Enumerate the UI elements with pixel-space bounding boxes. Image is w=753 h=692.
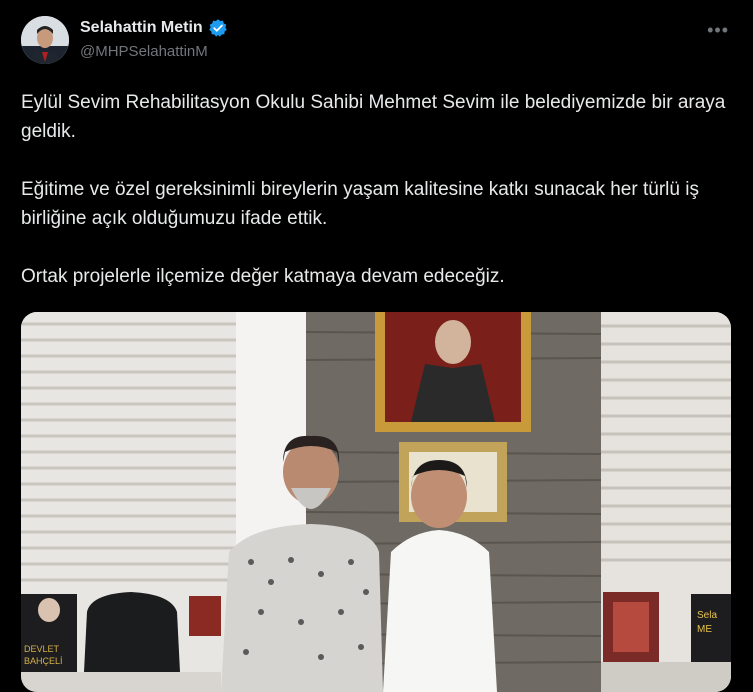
book-cover-line-2: BAHÇELİ (24, 656, 63, 666)
name-row: Selahattin Metin (80, 18, 228, 38)
tweet-photo[interactable]: DEVLET BAHÇELİ Sela ME (21, 312, 731, 692)
tweet-header: Selahattin Metin @MHPSelahattinM (80, 18, 228, 60)
tweet: Selahattin Metin @MHPSelahattinM ••• Eyl… (0, 0, 753, 692)
shelf-sign-line-1: Sela (697, 610, 717, 621)
avatar-photo (21, 16, 69, 64)
tweet-paragraph-2: Eğitime ve özel gereksinimli bireylerin … (21, 179, 699, 229)
tweet-text: Eylül Sevim Rehabilitasyon Okulu Sahibi … (21, 88, 736, 291)
author-handle[interactable]: @MHPSelahattinM (80, 43, 228, 60)
tweet-paragraph-1: Eylül Sevim Rehabilitasyon Okulu Sahibi … (21, 92, 726, 142)
shelf-sign-line-2: ME (697, 624, 712, 635)
more-options-icon[interactable]: ••• (707, 20, 729, 41)
avatar[interactable] (21, 16, 69, 64)
book-cover-line-1: DEVLET (24, 644, 60, 654)
author-display-name[interactable]: Selahattin Metin (80, 19, 203, 37)
tweet-paragraph-3: Ortak projelerle ilçemize değer katmaya … (21, 266, 505, 287)
verified-badge-icon (208, 18, 228, 38)
photo-illustration: DEVLET BAHÇELİ Sela ME (21, 312, 731, 692)
